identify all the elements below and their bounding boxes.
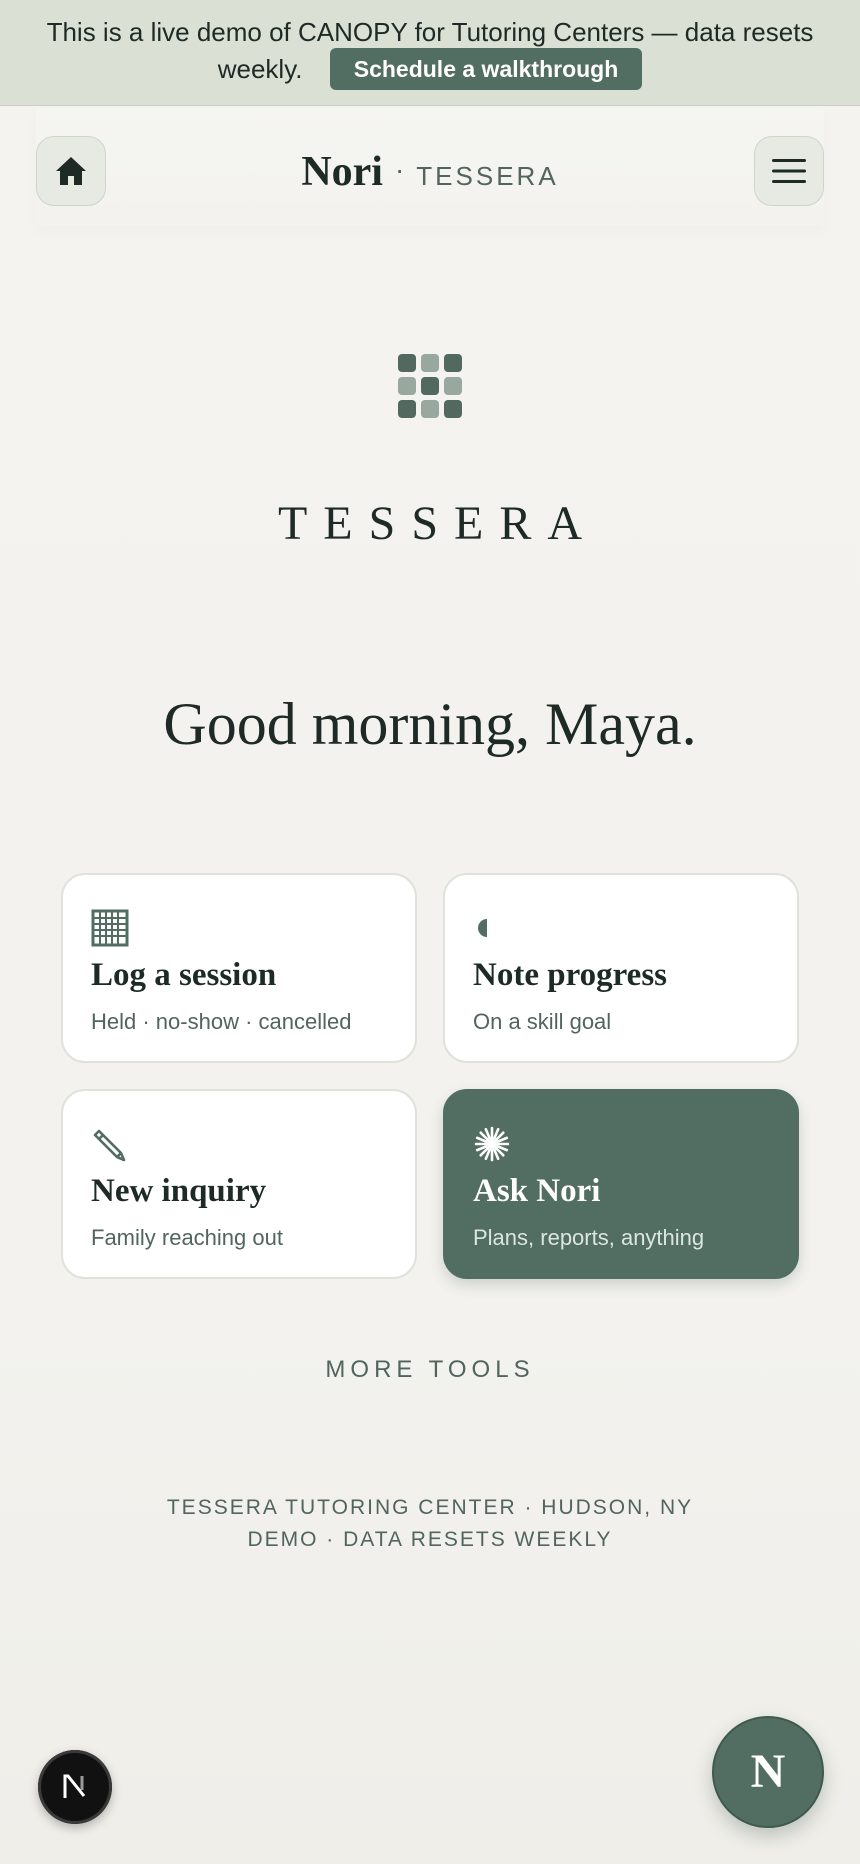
card-subtitle: Held · no-show · cancelled: [91, 1009, 352, 1034]
footer-demo-notice: DEMO · DATA RESETS WEEKLY: [247, 1528, 613, 1551]
brand-separator: ·: [394, 154, 405, 185]
sparkle-icon: [473, 1125, 513, 1165]
grid-calendar-icon: [91, 909, 131, 949]
new-inquiry-card[interactable]: New inquiry Family reaching out: [61, 1089, 417, 1279]
card-title: Note progress: [473, 957, 668, 993]
card-title: New inquiry: [91, 1173, 267, 1209]
footer: TESSERA TUTORING CENTER · HUDSON, NY DEM…: [0, 1492, 860, 1556]
half-moon-icon: [473, 909, 513, 949]
card-title: Ask Nori: [473, 1173, 601, 1209]
greeting-heading: Good morning, Maya.: [163, 691, 697, 757]
note-progress-card[interactable]: Note progress On a skill goal: [443, 873, 799, 1063]
logo-tile: [444, 354, 462, 372]
tessera-logo-icon: [398, 354, 462, 418]
nori-assistant-button[interactable]: N: [712, 1716, 824, 1828]
demo-banner: This is a live demo of CANOPY for Tutori…: [0, 0, 860, 106]
logo-tile: [421, 377, 439, 395]
logo-tile: [398, 377, 416, 395]
hamburger-menu-icon: [772, 159, 806, 183]
card-subtitle: Plans, reports, anything: [473, 1225, 705, 1250]
menu-button[interactable]: [754, 136, 824, 206]
logo-tile: [421, 354, 439, 372]
card-subtitle: On a skill goal: [473, 1009, 612, 1034]
nextjs-devtools-button[interactable]: [38, 1750, 112, 1824]
pencil-icon: [91, 1125, 131, 1165]
logo-tile: [398, 354, 416, 372]
brand-center-name: TESSERA: [416, 161, 559, 191]
logo-tile: [398, 400, 416, 418]
ask-nori-card[interactable]: Ask Nori Plans, reports, anything: [443, 1089, 799, 1279]
brand-title: Nori · TESSERA: [36, 148, 824, 196]
logo-tile: [444, 377, 462, 395]
nextjs-devtools-icon: [63, 1774, 86, 1798]
logo-tile: [444, 400, 462, 418]
tessera-wordmark: TESSERA: [277, 497, 599, 550]
app-header: Nori · TESSERA: [36, 108, 824, 226]
logo-tile: [421, 400, 439, 418]
brand-name: Nori: [301, 149, 383, 195]
schedule-walkthrough-button[interactable]: Schedule a walkthrough: [329, 48, 643, 90]
log-session-card[interactable]: Log a session Held · no-show · cancelled: [61, 873, 417, 1063]
footer-center-info: TESSERA TUTORING CENTER · HUDSON, NY: [166, 1496, 694, 1519]
card-subtitle: Family reaching out: [91, 1225, 283, 1250]
card-title: Log a session: [91, 957, 277, 993]
more-tools-link[interactable]: MORE TOOLS: [0, 1356, 860, 1384]
